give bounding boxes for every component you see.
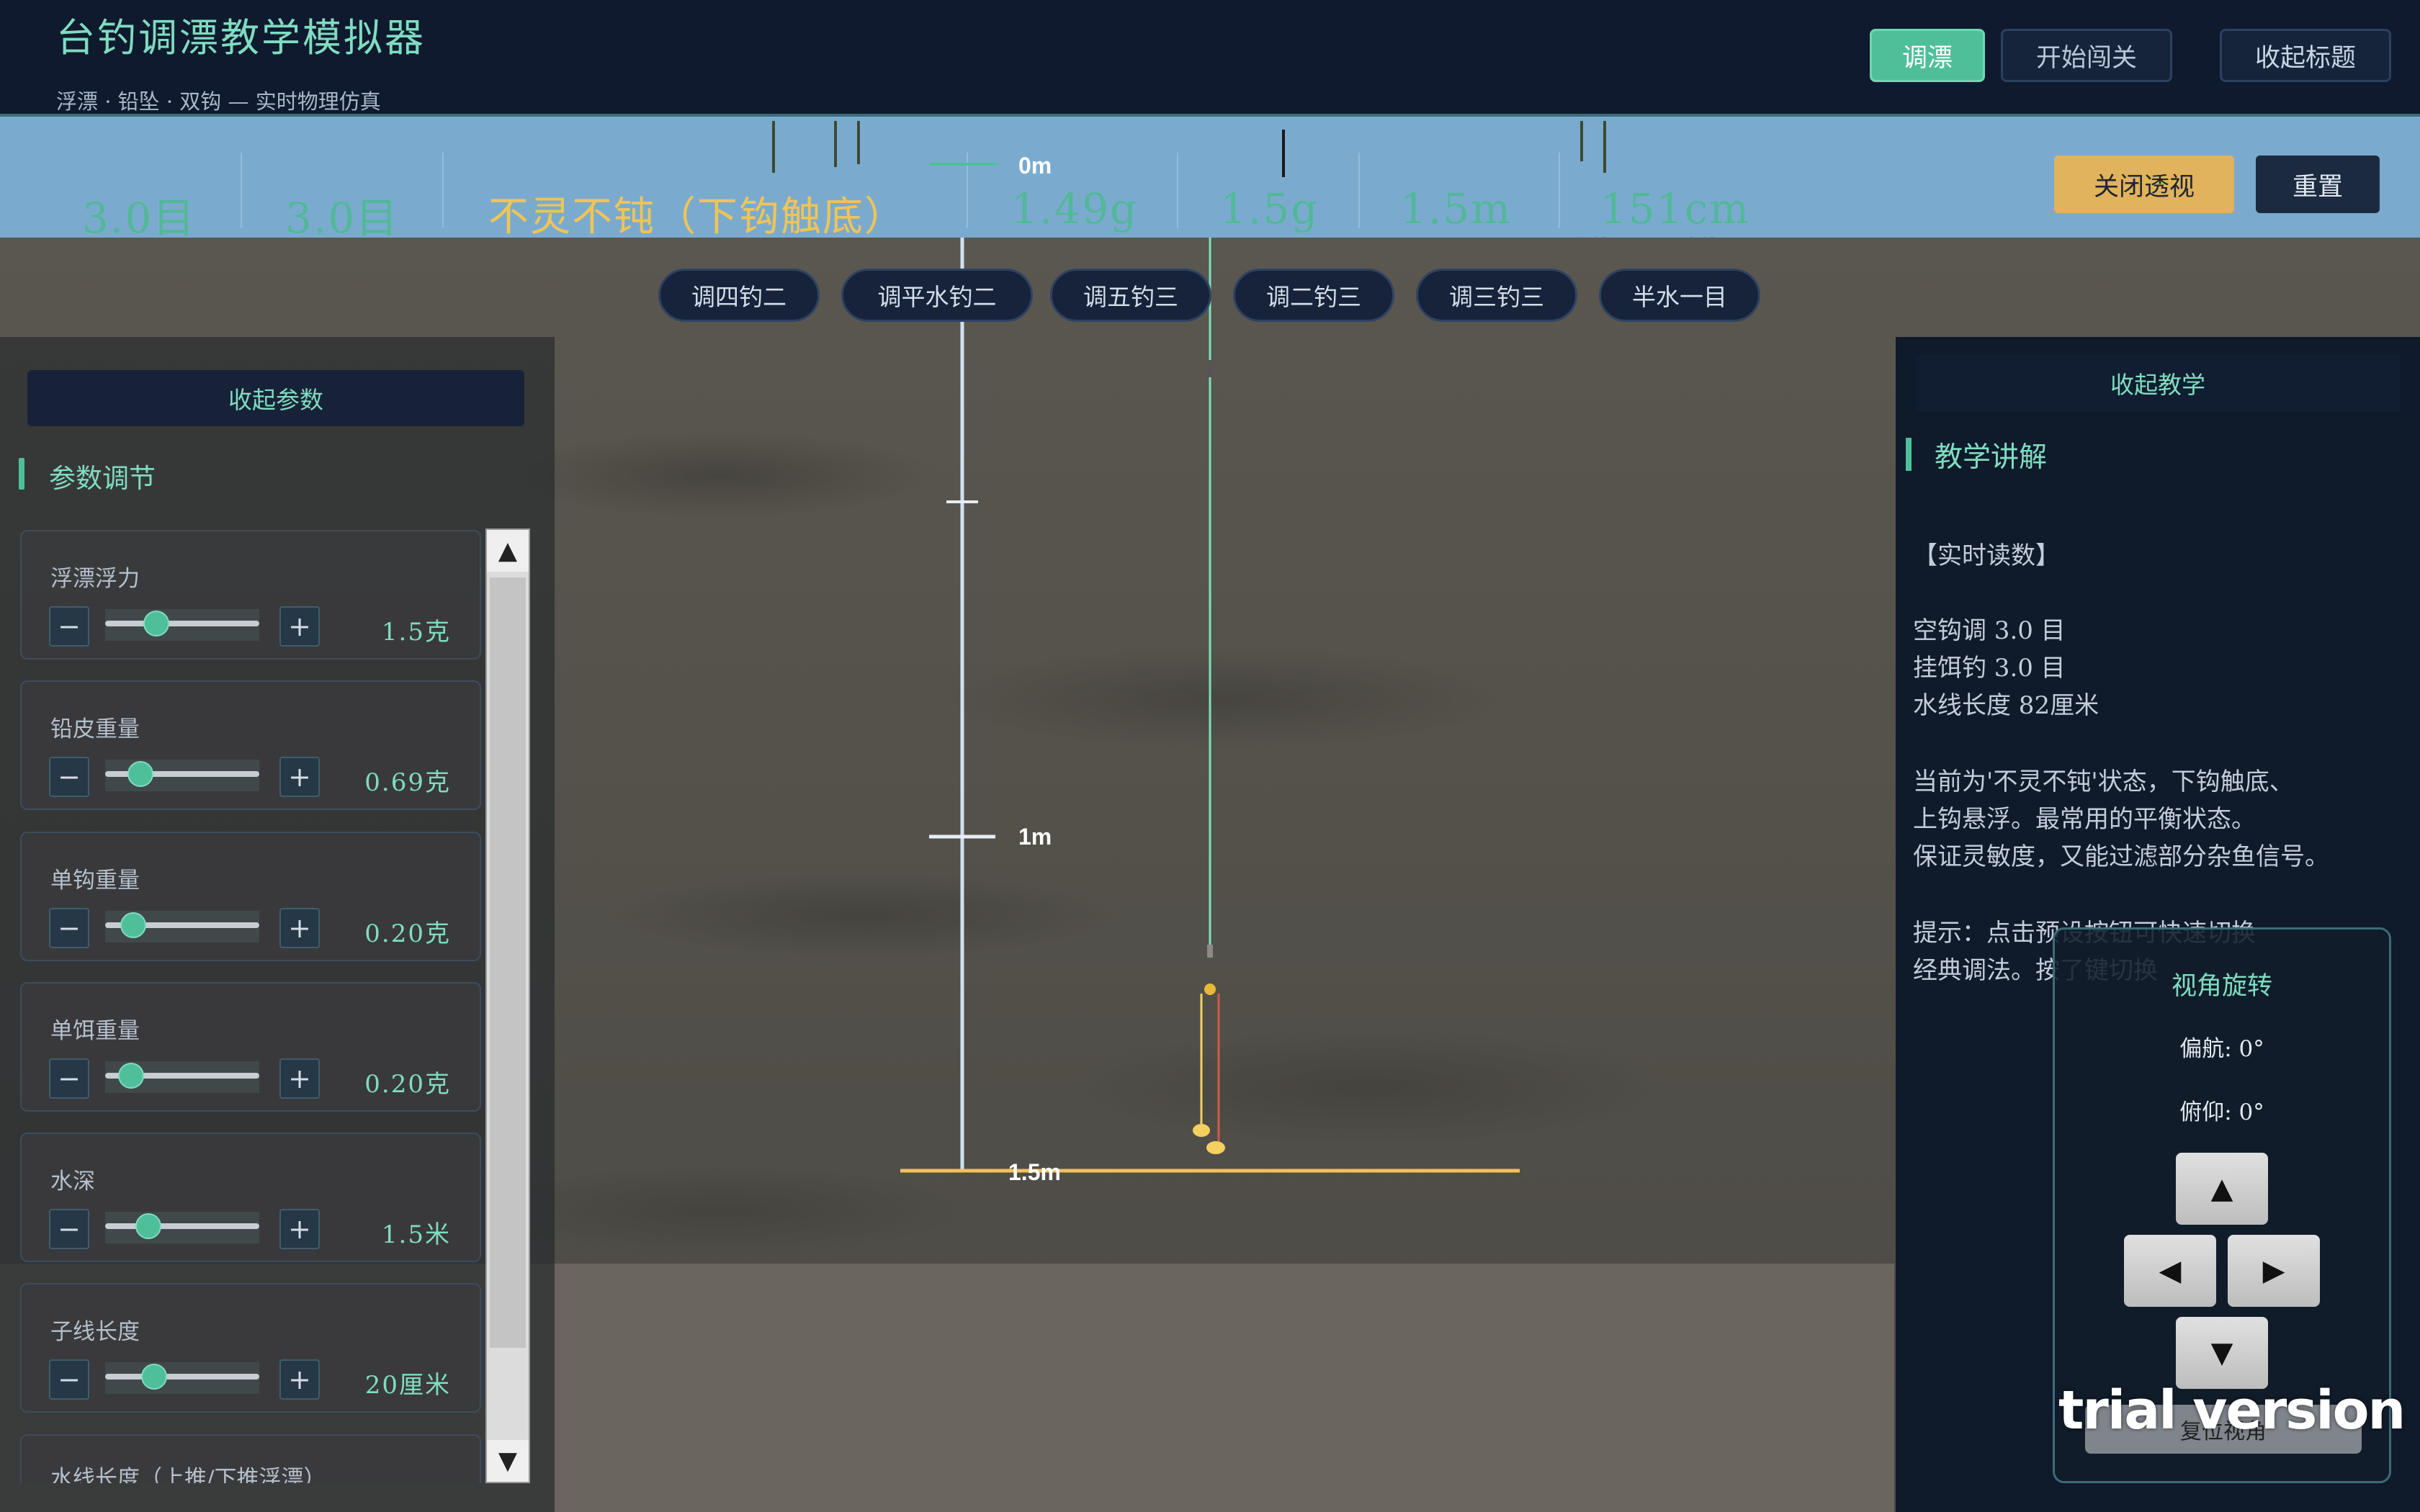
param-value: 0.20克 xyxy=(364,919,451,948)
decrement-button[interactable]: − xyxy=(49,757,89,797)
lower-bait xyxy=(1206,1141,1225,1154)
decrement-button[interactable]: − xyxy=(49,1209,89,1249)
preset-button[interactable]: 调四钓二 xyxy=(658,269,820,322)
preset-button[interactable]: 半水一目 xyxy=(1599,269,1760,322)
param-value: 0.20克 xyxy=(364,1070,451,1099)
lead-swivel xyxy=(1207,945,1213,958)
pitch-readout: 俯仰: 0° xyxy=(2179,1099,2264,1125)
rotate-down-icon[interactable]: ▼ xyxy=(2176,1317,2268,1389)
rotation-title: 视角旋转 xyxy=(2171,972,2272,1001)
collapse-params-button[interactable]: 收起参数 xyxy=(27,370,524,426)
teaching-line: 上钩悬浮。最常用的平衡状态。 xyxy=(1913,805,2256,834)
yaw-readout: 偏航: 0° xyxy=(2179,1036,2264,1062)
param-card-bait-weight: 单饵重量 − + 0.20克 xyxy=(20,982,481,1112)
param-label: 单饵重量 xyxy=(50,1018,140,1044)
slider-track[interactable] xyxy=(105,621,259,626)
ruler-label-bottom: 1.5m xyxy=(1008,1159,1061,1185)
param-label: 水深 xyxy=(50,1169,95,1194)
scroll-down-arrow-icon[interactable]: ▼ xyxy=(487,1440,529,1482)
param-value: 0.69克 xyxy=(364,768,451,797)
preset-button[interactable]: 调五钓三 xyxy=(1050,269,1211,322)
param-card-mainline-length: 水线长度（上推/下推浮漂） xyxy=(20,1434,481,1483)
decrement-button[interactable]: − xyxy=(49,606,89,647)
rotate-left-icon[interactable]: ◀ xyxy=(2124,1235,2216,1307)
params-heading: 参数调节 xyxy=(49,463,156,494)
param-value: 20厘米 xyxy=(364,1371,451,1400)
increment-button[interactable]: + xyxy=(279,757,320,797)
increment-button[interactable]: + xyxy=(279,1359,320,1400)
slider-track[interactable] xyxy=(105,1374,259,1380)
param-card-lead-weight: 铅皮重量 − + 0.69克 xyxy=(20,680,481,810)
teaching-line: 当前为'不灵不钝'状态，下钩触底、 xyxy=(1913,768,2294,796)
ruler-label-1m: 1m xyxy=(1018,824,1052,850)
float-stopper xyxy=(1207,360,1213,377)
section-accent xyxy=(1906,438,1912,471)
teaching-line: 挂饵钓 3.0 目 xyxy=(1913,654,2066,683)
rotate-up-icon[interactable]: ▲ xyxy=(2176,1153,2268,1225)
teaching-line: 空钩调 3.0 目 xyxy=(1913,616,2066,645)
param-label: 单钩重量 xyxy=(50,868,140,894)
increment-button[interactable]: + xyxy=(279,606,320,647)
param-label: 子线长度 xyxy=(50,1319,140,1345)
param-card-leader-length: 子线长度 − + 20厘米 xyxy=(20,1283,481,1413)
slider-thumb[interactable] xyxy=(127,761,154,787)
param-label: 铅皮重量 xyxy=(50,716,140,742)
params-list[interactable]: 浮漂浮力 − + 1.5克 铅皮重量 − + 0.69克 单钩重量 − + 0.… xyxy=(0,526,490,1483)
section-accent xyxy=(19,458,24,490)
decrement-button[interactable]: − xyxy=(49,1359,89,1400)
teaching-line: 【实时读数】 xyxy=(1913,541,2060,570)
scrollbar-thumb[interactable] xyxy=(490,577,526,1348)
param-value: 1.5克 xyxy=(381,618,451,647)
params-scrollbar[interactable]: ▲ ▼ xyxy=(485,528,530,1483)
split-point xyxy=(1204,984,1216,995)
upper-bait xyxy=(1193,1124,1210,1137)
preset-button[interactable]: 调二钓三 xyxy=(1233,269,1394,322)
rotate-right-icon[interactable]: ▶ xyxy=(2228,1235,2320,1307)
param-card-hook-weight: 单钩重量 − + 0.20克 xyxy=(20,832,481,961)
preset-button[interactable]: 调三钓三 xyxy=(1416,269,1577,322)
slider-thumb[interactable] xyxy=(143,611,169,636)
trial-watermark: trial version xyxy=(2058,1380,2406,1441)
slider-track[interactable] xyxy=(105,1223,259,1229)
collapse-teaching-button[interactable]: 收起教学 xyxy=(1916,354,2400,412)
ruler-label-top: 0m xyxy=(1018,153,1052,179)
scroll-up-arrow-icon[interactable]: ▲ xyxy=(487,530,529,572)
teaching-line: 保证灵敏度，又能过滤部分杂鱼信号。 xyxy=(1913,842,2329,871)
increment-button[interactable]: + xyxy=(279,1058,320,1099)
increment-button[interactable]: + xyxy=(279,1209,320,1249)
slider-thumb[interactable] xyxy=(120,912,146,938)
decrement-button[interactable]: − xyxy=(49,1058,89,1099)
preset-button[interactable]: 调平水钓二 xyxy=(841,269,1033,322)
param-card-water-depth: 水深 − + 1.5米 xyxy=(20,1133,481,1262)
increment-button[interactable]: + xyxy=(279,908,320,948)
teaching-line: 水线长度 82厘米 xyxy=(1913,691,2099,720)
decrement-button[interactable]: − xyxy=(49,908,89,948)
param-card-float-buoyancy: 浮漂浮力 − + 1.5克 xyxy=(20,530,481,660)
param-label: 水线长度（上推/下推浮漂） xyxy=(50,1466,326,1483)
slider-thumb[interactable] xyxy=(135,1213,161,1239)
param-value: 1.5米 xyxy=(381,1220,451,1249)
teaching-heading: 教学讲解 xyxy=(1935,441,2048,474)
param-label: 浮漂浮力 xyxy=(50,566,140,592)
